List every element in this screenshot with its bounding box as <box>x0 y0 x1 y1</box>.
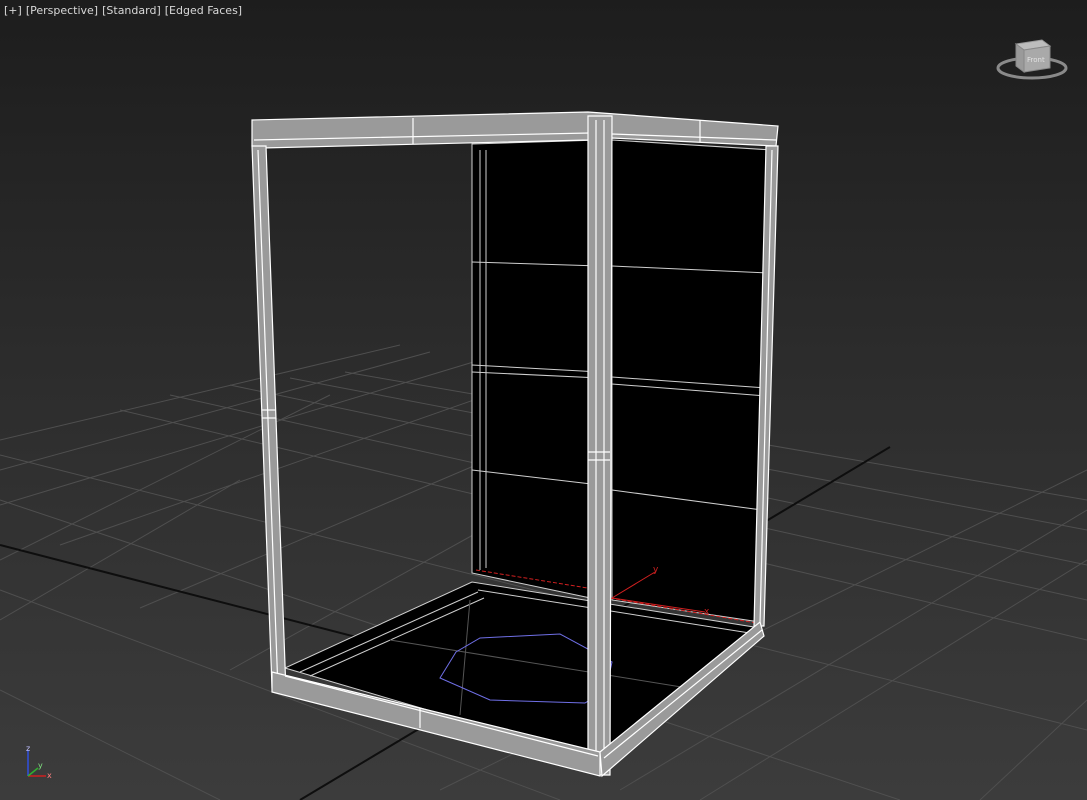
axis-tripod-icon: z x y <box>26 744 52 780</box>
scene-canvas[interactable]: y x <box>0 0 1087 800</box>
gizmo-x-label: x <box>704 607 710 617</box>
gizmo-y-label: y <box>653 565 659 575</box>
viewcube-face-label: Front <box>1027 56 1045 64</box>
viewport-shading-menu[interactable]: [Standard] <box>102 4 161 17</box>
perspective-viewport[interactable]: y x [+] [Perspective] [Standard] [Edged … <box>0 0 1087 800</box>
axis-y-label: y <box>38 761 43 770</box>
viewport-general-menu[interactable]: [+] <box>4 4 22 17</box>
viewport-label-bar: [+] [Perspective] [Standard] [Edged Faces] <box>4 4 246 17</box>
viewcube-icon[interactable]: Front <box>994 34 1070 84</box>
back-wall[interactable] <box>471 139 773 623</box>
viewport-view-menu[interactable]: [Perspective] <box>26 4 98 17</box>
viewport-display-mode-menu[interactable]: [Edged Faces] <box>165 4 242 17</box>
axis-z-label: z <box>26 744 30 753</box>
axis-x-label: x <box>47 771 52 780</box>
